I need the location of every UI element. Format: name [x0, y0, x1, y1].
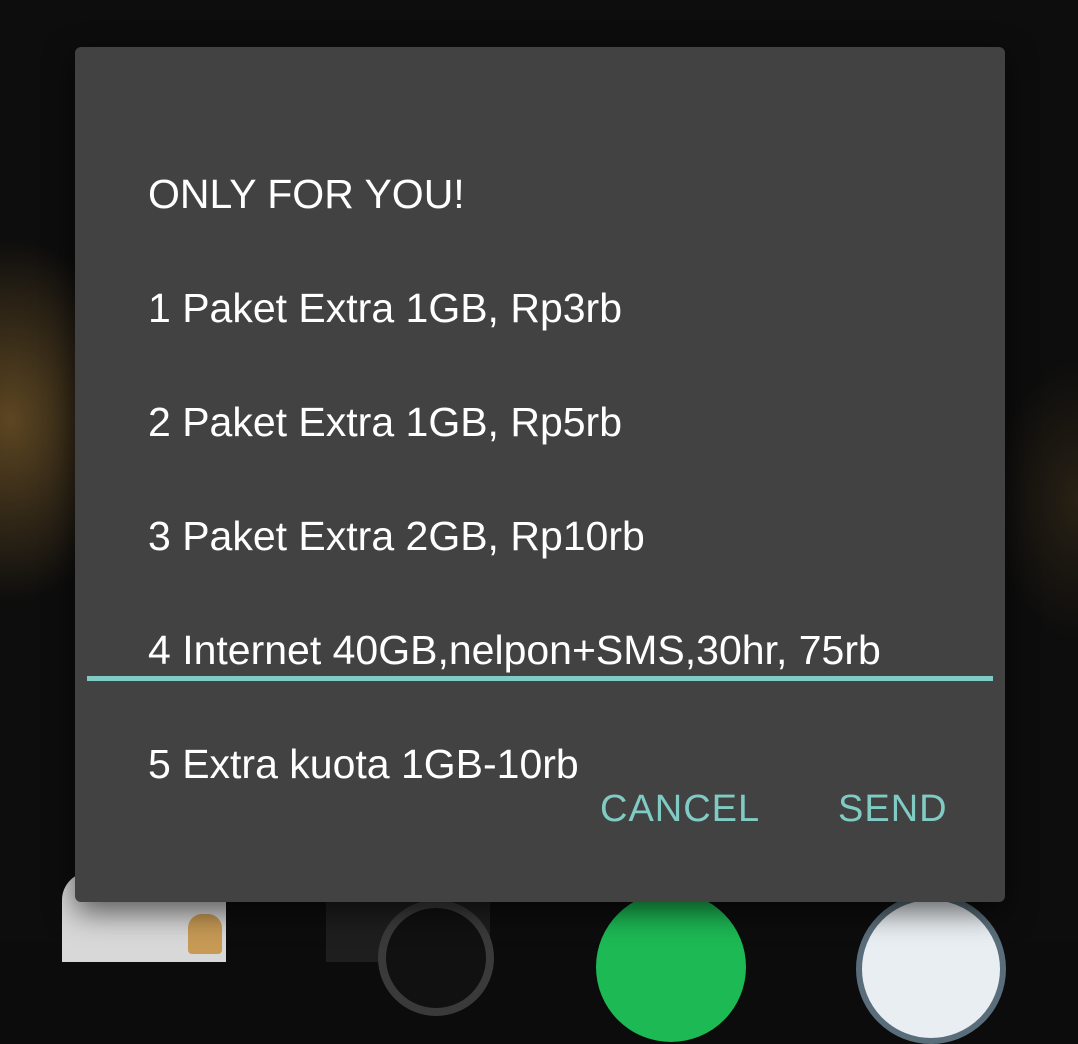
app-glyph-icon: [188, 914, 222, 954]
message-line: 2 Paket Extra 1GB, Rp5rb: [148, 399, 623, 445]
spotify-icon: [596, 892, 746, 1042]
message-line: 1 Paket Extra 1GB, Rp3rb: [148, 285, 623, 331]
message-line: 4 Internet 40GB,nelpon+SMS,30hr, 75rb: [148, 627, 881, 673]
telegram-icon: [856, 894, 1006, 1044]
send-button[interactable]: SEND: [834, 784, 952, 834]
ussd-message: ONLY FOR YOU! 1 Paket Extra 1GB, Rp3rb 2…: [148, 109, 948, 793]
message-line: 5 Extra kuota 1GB-10rb: [148, 741, 579, 787]
reply-input[interactable]: [87, 676, 993, 681]
cancel-button[interactable]: CANCEL: [596, 784, 764, 834]
message-line: ONLY FOR YOU!: [148, 171, 465, 217]
camera-lens-icon: [378, 900, 494, 1016]
ussd-dialog: ONLY FOR YOU! 1 Paket Extra 1GB, Rp3rb 2…: [75, 47, 1005, 902]
message-line: 3 Paket Extra 2GB, Rp10rb: [148, 513, 645, 559]
